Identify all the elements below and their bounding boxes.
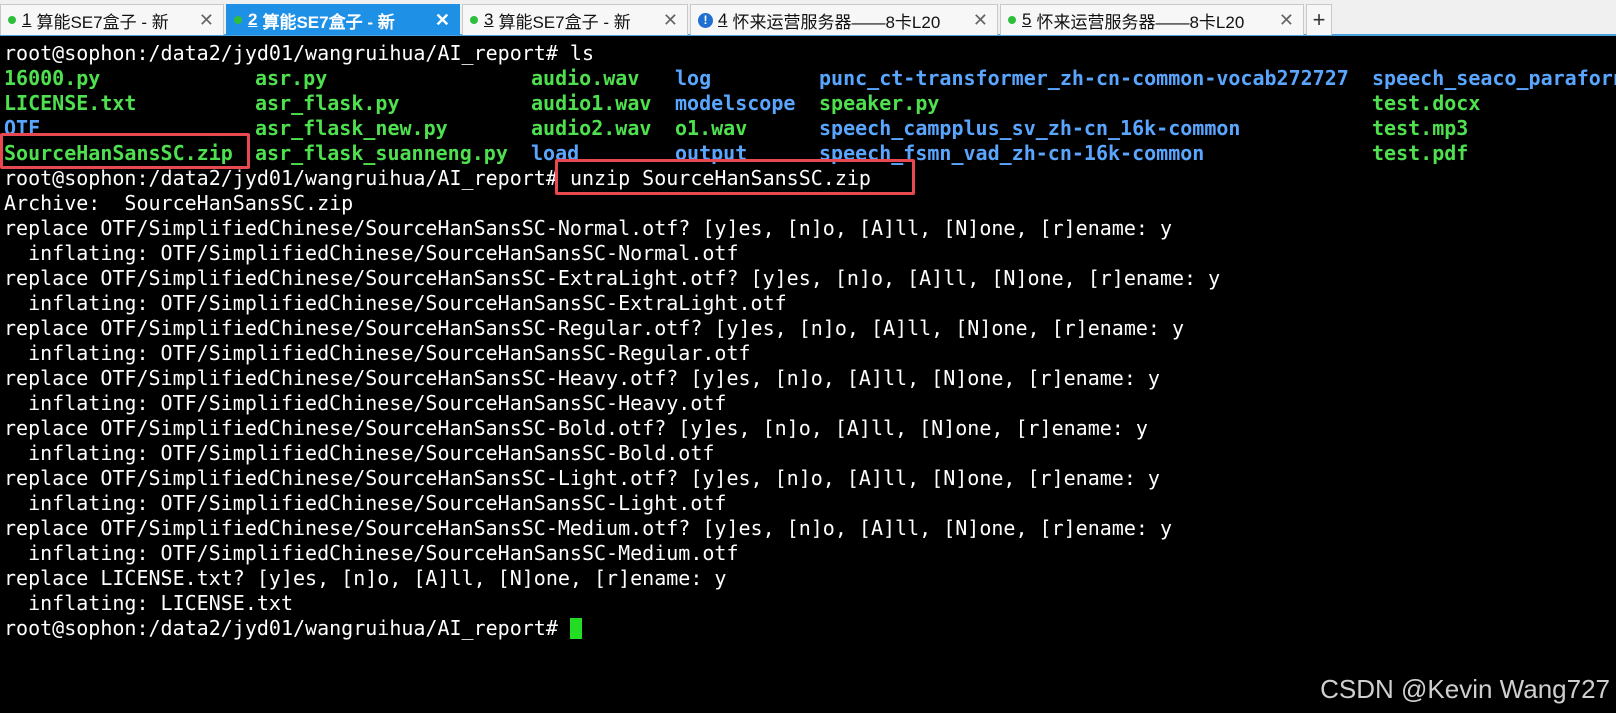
tab-number: 3 bbox=[484, 10, 494, 29]
close-icon[interactable]: ✕ bbox=[663, 10, 678, 31]
connected-status-icon bbox=[234, 16, 242, 24]
tab-4[interactable]: ! 4 怀来运营服务器——8卡L20 ✕ bbox=[690, 4, 998, 35]
tab-3[interactable]: 3 算能SE7盒子 - 新 ✕ bbox=[462, 4, 688, 35]
file-entry: audio.wav bbox=[531, 66, 640, 90]
file-entry: 16000.py bbox=[4, 66, 101, 90]
file-entry: asr_flask_suanneng.py bbox=[255, 141, 508, 165]
output-line: replace OTF/SimplifiedChinese/SourceHanS… bbox=[4, 266, 1221, 290]
tab-number: 5 bbox=[1022, 10, 1032, 29]
highlight-box-zip-file bbox=[0, 133, 250, 169]
close-icon[interactable]: ✕ bbox=[973, 10, 988, 31]
dir-entry: speech_campplus_sv_zh-cn_16k-common bbox=[819, 116, 1241, 140]
file-entry: audio1.wav bbox=[531, 91, 652, 115]
file-entry: asr_flask_new.py bbox=[255, 116, 448, 140]
connected-status-icon bbox=[8, 16, 16, 24]
terminal-output[interactable]: root@sophon:/data2/jyd01/wangruihua/AI_r… bbox=[0, 40, 1616, 713]
file-entry: LICENSE.txt bbox=[4, 91, 137, 115]
shell-prompt: root@sophon:/data2/jyd01/wangruihua/AI_r… bbox=[4, 166, 570, 190]
tab-label: 算能SE7盒子 - 新 bbox=[262, 12, 395, 32]
tab-number: 4 bbox=[718, 10, 728, 29]
output-line: inflating: OTF/SimplifiedChinese/SourceH… bbox=[4, 491, 727, 515]
close-icon[interactable]: ✕ bbox=[435, 10, 450, 31]
tab-label: 怀来运营服务器——8卡L20 bbox=[732, 12, 941, 32]
output-line: replace OTF/SimplifiedChinese/SourceHanS… bbox=[4, 316, 1185, 340]
new-tab-button[interactable]: + bbox=[1306, 4, 1332, 35]
output-line: inflating: OTF/SimplifiedChinese/SourceH… bbox=[4, 391, 727, 415]
tab-number: 1 bbox=[22, 10, 32, 29]
output-line: replace OTF/SimplifiedChinese/SourceHanS… bbox=[4, 366, 1160, 390]
connected-status-icon bbox=[1008, 16, 1016, 24]
command-line: root@sophon:/data2/jyd01/wangruihua/AI_r… bbox=[4, 41, 595, 65]
file-entry: asr_flask.py bbox=[255, 91, 400, 115]
output-line: replace OTF/SimplifiedChinese/SourceHanS… bbox=[4, 466, 1160, 490]
output-line: inflating: OTF/SimplifiedChinese/SourceH… bbox=[4, 291, 787, 315]
tab-number: 2 bbox=[248, 10, 258, 29]
tab-5[interactable]: 5 怀来运营服务器——8卡L20 ✕ bbox=[1000, 4, 1304, 35]
tab-label: 算能SE7盒子 - 新 bbox=[36, 12, 169, 32]
watermark: CSDN @Kevin Wang727 bbox=[1320, 674, 1610, 704]
tab-1[interactable]: 1 算能SE7盒子 - 新 ✕ bbox=[0, 4, 224, 35]
output-line: replace LICENSE.txt? [y]es, [n]o, [A]ll,… bbox=[4, 566, 727, 590]
output-line: inflating: LICENSE.txt bbox=[4, 591, 293, 615]
file-entry: speaker.py bbox=[819, 91, 940, 115]
shell-prompt: root@sophon:/data2/jyd01/wangruihua/AI_r… bbox=[4, 616, 570, 640]
tab-label: 算能SE7盒子 - 新 bbox=[498, 12, 631, 32]
file-entry: asr.py bbox=[255, 66, 328, 90]
output-line: replace OTF/SimplifiedChinese/SourceHanS… bbox=[4, 416, 1148, 440]
output-line: replace OTF/SimplifiedChinese/SourceHanS… bbox=[4, 216, 1172, 240]
output-line: inflating: OTF/SimplifiedChinese/SourceH… bbox=[4, 541, 739, 565]
dir-entry: modelscope bbox=[675, 91, 796, 115]
file-entry: audio2.wav bbox=[531, 116, 652, 140]
close-icon[interactable]: ✕ bbox=[1279, 10, 1294, 31]
dir-entry: log bbox=[675, 66, 712, 90]
tab-2[interactable]: 2 算能SE7盒子 - 新 ✕ bbox=[226, 4, 460, 35]
output-line: inflating: OTF/SimplifiedChinese/SourceH… bbox=[4, 341, 751, 365]
warning-icon: ! bbox=[698, 12, 713, 28]
dir-entry: speech_seaco_paraforn bbox=[1372, 66, 1616, 90]
highlight-box-unzip-command bbox=[555, 159, 915, 195]
file-entry: test.docx bbox=[1372, 91, 1481, 115]
output-line: Archive: SourceHanSansSC.zip bbox=[4, 191, 354, 215]
tab-bar: 1 算能SE7盒子 - 新 ✕ 2 算能SE7盒子 - 新 ✕ 3 算能SE7盒… bbox=[0, 0, 1616, 36]
output-line: inflating: OTF/SimplifiedChinese/SourceH… bbox=[4, 241, 739, 265]
file-entry: test.pdf bbox=[1372, 141, 1469, 165]
connected-status-icon bbox=[470, 16, 478, 24]
output-line: replace OTF/SimplifiedChinese/SourceHanS… bbox=[4, 516, 1172, 540]
output-line: inflating: OTF/SimplifiedChinese/SourceH… bbox=[4, 441, 715, 465]
command-line: root@sophon:/data2/jyd01/wangruihua/AI_r… bbox=[4, 616, 582, 641]
tab-label: 怀来运营服务器——8卡L20 bbox=[1036, 12, 1245, 32]
text-cursor bbox=[569, 618, 582, 639]
dir-entry: punc_ct-transformer_zh-cn-common-vocab27… bbox=[819, 66, 1349, 90]
close-icon[interactable]: ✕ bbox=[199, 10, 214, 31]
file-entry: o1.wav bbox=[675, 116, 748, 140]
file-entry: test.mp3 bbox=[1372, 116, 1469, 140]
